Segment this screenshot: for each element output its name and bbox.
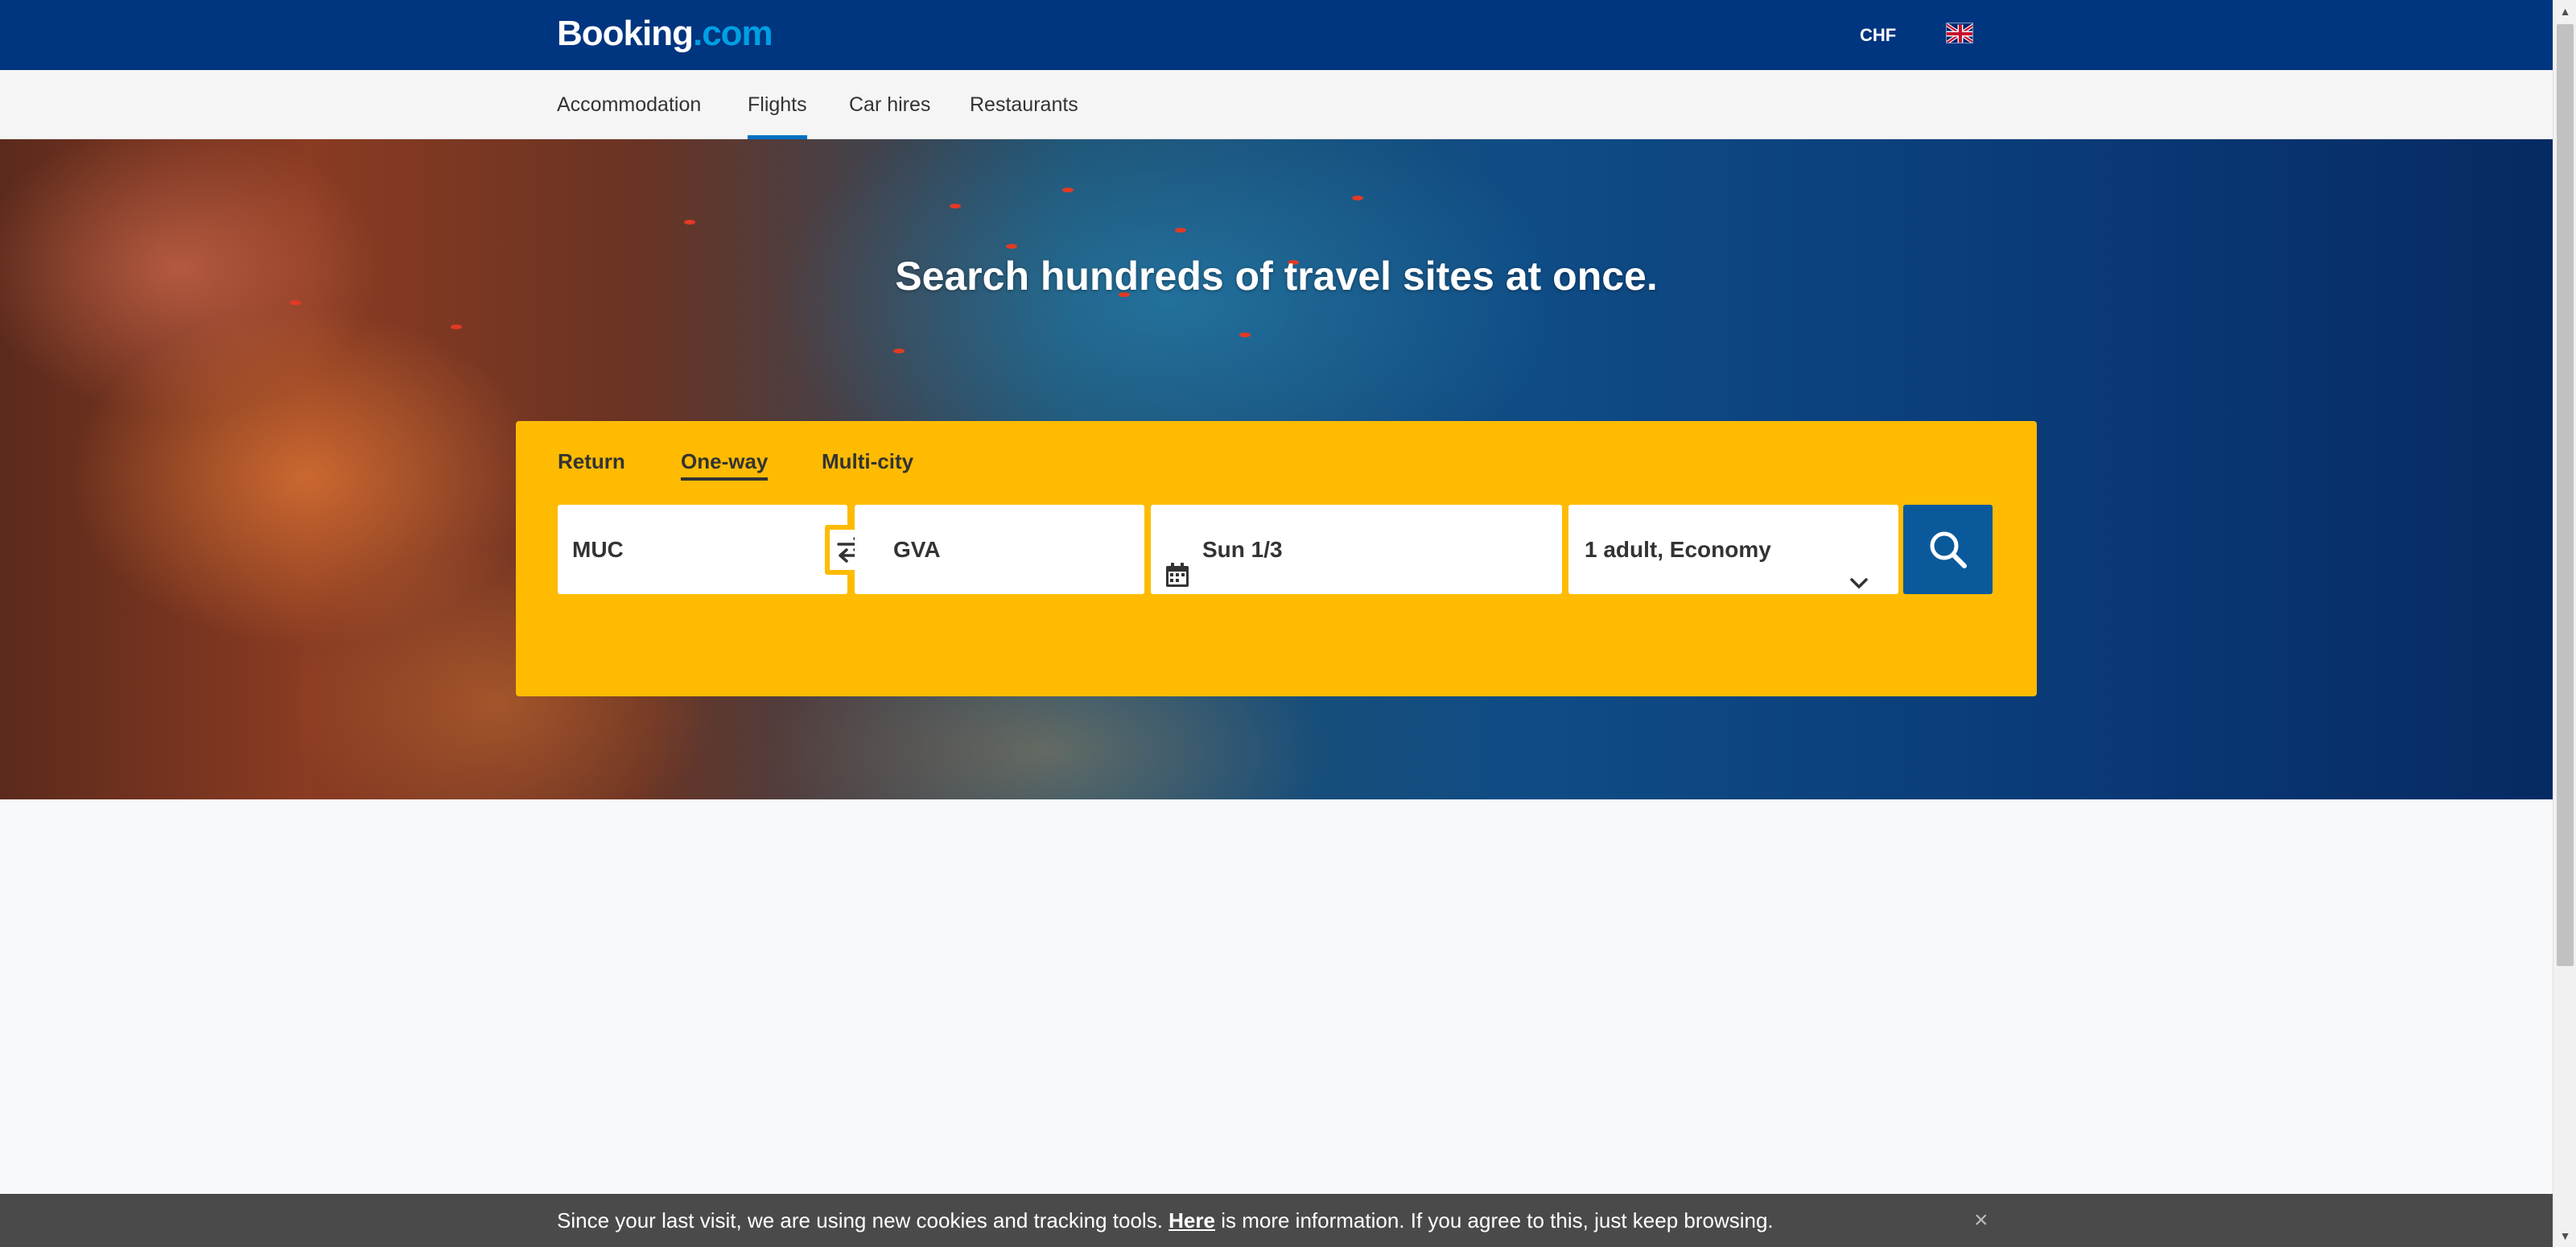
product-nav: Accommodation Flights Car hires Restaura…: [0, 70, 2553, 139]
cookie-banner: Since your last visit, we are using new …: [0, 1194, 2553, 1247]
decor-fish: [1352, 196, 1363, 200]
decor-fish: [684, 220, 695, 225]
trip-type-one-way[interactable]: One-way: [681, 445, 769, 481]
top-header: Booking.com CHF: [0, 0, 2553, 70]
decor-fish: [1175, 228, 1186, 233]
nav-flights[interactable]: Flights: [748, 70, 807, 139]
scroll-thumb[interactable]: [2557, 24, 2574, 966]
cookie-more-info-link[interactable]: Here: [1168, 1208, 1215, 1233]
cookie-text-before: Since your last visit, we are using new …: [557, 1208, 1163, 1233]
destination-field[interactable]: GVA: [855, 505, 1144, 594]
search-icon: [1930, 531, 1967, 568]
close-icon[interactable]: ×: [1974, 1194, 1989, 1247]
origin-field[interactable]: MUC: [558, 505, 847, 594]
nav-accommodation[interactable]: Accommodation: [557, 70, 701, 139]
scroll-up-icon[interactable]: ▲: [2553, 0, 2576, 23]
date-value: Sun 1/3: [1202, 537, 1283, 562]
decor-fish: [1239, 332, 1251, 337]
calendar-icon: [1165, 535, 1189, 587]
destination-value: GVA: [893, 537, 941, 562]
scroll-down-icon[interactable]: ▼: [2553, 1224, 2576, 1247]
origin-value: MUC: [572, 537, 624, 562]
cookie-text: Since your last visit, we are using new …: [557, 1194, 1774, 1247]
booking-logo[interactable]: Booking.com: [557, 11, 773, 56]
decor-fish: [451, 324, 462, 329]
uk-flag-icon[interactable]: [1946, 23, 1973, 43]
page-scrollbar[interactable]: ▲ ▼: [2553, 0, 2576, 1247]
search-button[interactable]: [1903, 505, 1993, 594]
decor-fish: [893, 349, 905, 353]
date-field[interactable]: Sun 1/3: [1151, 505, 1562, 594]
flight-search-panel: Return One-way Multi-city MUC GVA Sun 1/…: [516, 421, 2037, 696]
travellers-value: 1 adult, Economy: [1585, 537, 1771, 562]
nav-car-hires[interactable]: Car hires: [849, 70, 930, 139]
hero-title: Search hundreds of travel sites at once.: [895, 254, 1658, 299]
trip-type-multi-city[interactable]: Multi-city: [822, 445, 913, 477]
logo-dot: .com: [692, 14, 773, 53]
cookie-text-after: is more information. If you agree to thi…: [1221, 1208, 1774, 1233]
decor-fish: [1062, 188, 1074, 192]
currency-selector[interactable]: CHF: [1860, 23, 1896, 48]
travellers-field[interactable]: 1 adult, Economy: [1568, 505, 1898, 594]
decor-fish: [950, 204, 961, 209]
logo-main: Booking: [557, 14, 694, 53]
chevron-down-icon: [1849, 540, 1869, 588]
nav-restaurants[interactable]: Restaurants: [970, 70, 1078, 139]
trip-type-return[interactable]: Return: [558, 445, 625, 477]
